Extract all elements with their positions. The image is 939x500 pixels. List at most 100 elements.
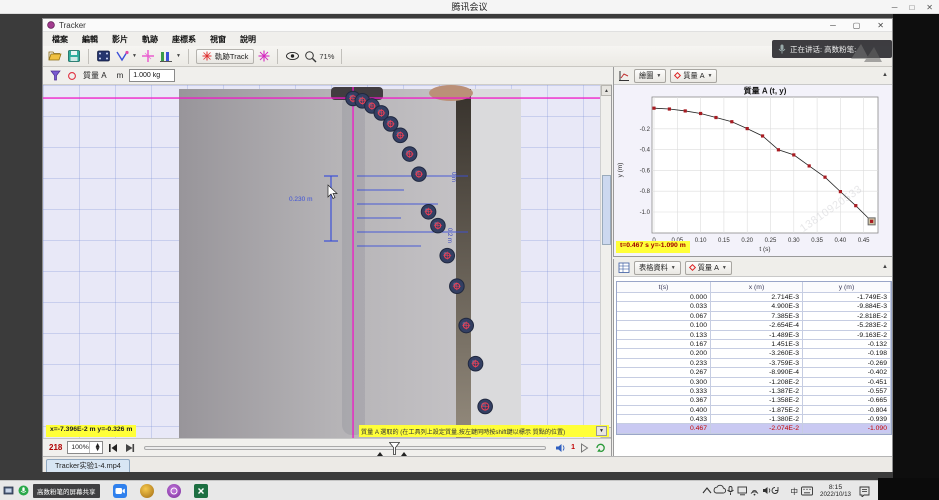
table-cell[interactable]: 0.367 (617, 396, 711, 405)
table-cell[interactable]: -0.198 (803, 349, 891, 358)
table-cell[interactable]: 0.333 (617, 387, 711, 396)
zoom-level-value[interactable]: 71% (319, 52, 334, 61)
taskbar-meeting-app-icon[interactable] (113, 484, 127, 498)
chevron-down-icon[interactable]: ▼ (132, 53, 137, 59)
table-column-header[interactable]: y (m) (803, 282, 891, 293)
notification-center-icon[interactable] (858, 485, 871, 497)
track-name-label[interactable]: 質量 A (83, 70, 107, 81)
taskbar-browser-icon[interactable] (140, 484, 154, 498)
table-cell[interactable]: -0.402 (803, 368, 891, 377)
table-cell[interactable]: 0.267 (617, 368, 711, 377)
taskbar-excel-icon[interactable] (194, 484, 208, 498)
clip-settings-icon[interactable] (96, 49, 111, 63)
taskbar-mic-icon[interactable] (18, 485, 29, 496)
menu-item-2[interactable]: 影片 (105, 34, 135, 45)
tray-icons[interactable] (700, 484, 788, 498)
table-cell[interactable]: 7.385E-3 (711, 312, 803, 321)
table-collapse-button[interactable]: ▲ (882, 264, 888, 270)
ruler-stick-icon[interactable]: ▼ (159, 49, 181, 63)
position-plot[interactable]: 00.050.100.150.200.250.300.350.400.45-0.… (614, 85, 893, 253)
plot-track-button[interactable]: 質量 A ▼ (670, 69, 717, 83)
table-cell[interactable]: -1.875E-2 (711, 406, 803, 415)
menu-item-1[interactable]: 編輯 (75, 34, 105, 45)
chevron-down-icon[interactable]: ▼ (176, 53, 181, 59)
table-cell[interactable]: -0.132 (803, 340, 891, 349)
video-view[interactable]: 0.230 m0 m0.2 m (43, 85, 612, 438)
table-cell[interactable]: 0.467 (617, 424, 711, 433)
table-cell[interactable]: 0.000 (617, 293, 711, 302)
scrubber-track[interactable] (144, 446, 546, 450)
table-cell[interactable]: -1.489E-3 (711, 331, 803, 340)
plot-collapse-button[interactable]: ▲ (882, 72, 888, 78)
table-cell[interactable]: 0.067 (617, 312, 711, 321)
point-marker-icon[interactable] (67, 71, 77, 81)
table-cell[interactable]: 0.233 (617, 359, 711, 368)
autotracker-star-icon[interactable] (258, 50, 270, 62)
meeting-maximize-button[interactable]: □ (909, 3, 914, 12)
clock[interactable]: 8:15 2022/10/13 (820, 484, 851, 498)
video-scrollbar[interactable]: ▲ ▼ (600, 85, 612, 438)
table-cell[interactable]: -1.749E-3 (803, 293, 891, 302)
hint-dropdown-button[interactable]: ▼ (596, 426, 607, 436)
plots-button[interactable]: 繪圖 ▼ (634, 69, 666, 83)
table-cell[interactable]: 0.300 (617, 378, 711, 387)
menu-item-6[interactable]: 說明 (233, 34, 263, 45)
table-cell[interactable]: -1.387E-2 (711, 387, 803, 396)
menu-item-3[interactable]: 軌跡 (135, 34, 165, 45)
table-cell[interactable]: -1.090 (803, 424, 891, 433)
create-track-button[interactable]: 軌跡Track (196, 49, 254, 64)
table-cell[interactable]: -9.163E-2 (803, 331, 891, 340)
table-column-header[interactable]: t(s) (617, 282, 711, 293)
open-file-icon[interactable] (48, 49, 63, 63)
scrubber-thumb[interactable] (389, 442, 400, 455)
playback-rate-value[interactable]: 1 (571, 444, 575, 451)
out-point-marker[interactable] (401, 452, 407, 456)
table-cell[interactable]: -0.557 (803, 387, 891, 396)
in-point-marker[interactable] (377, 452, 383, 456)
table-cell[interactable]: 0.433 (617, 415, 711, 424)
visibility-eye-icon[interactable] (285, 50, 300, 62)
calibration-length-label[interactable]: 0.230 m (289, 196, 313, 203)
save-icon[interactable] (67, 49, 81, 63)
step-marker[interactable] (481, 402, 489, 410)
keyboard-icon[interactable] (801, 486, 813, 496)
axes-icon[interactable] (141, 49, 155, 63)
table-cell[interactable]: -8.990E-4 (711, 368, 803, 377)
data-table[interactable]: t(s)x (m)y (m) 0.0002.714E-3-1.749E-3 0.03… (616, 281, 892, 435)
table-cell[interactable]: 2.714E-3 (711, 293, 803, 302)
loop-button[interactable] (595, 442, 606, 453)
table-cell[interactable]: 0.033 (617, 302, 711, 311)
table-track-button[interactable]: 質量 A ▼ (685, 261, 732, 275)
mass-value-input[interactable] (129, 69, 175, 82)
table-cell[interactable]: 0.100 (617, 321, 711, 330)
window-close-button[interactable]: ✕ (877, 21, 884, 30)
table-cell[interactable]: -2.654E-4 (711, 321, 803, 330)
ime-indicator[interactable]: 中 (791, 486, 799, 497)
video-scrubber[interactable] (144, 441, 546, 455)
table-cell[interactable]: -0.451 (803, 378, 891, 387)
window-minimize-button[interactable]: ─ (830, 21, 836, 30)
table-cell[interactable]: -0.804 (803, 406, 891, 415)
meeting-minimize-button[interactable]: ─ (892, 3, 898, 12)
play-rate-spinner[interactable]: 100% ▲▼ (67, 441, 103, 454)
table-cell[interactable]: -3.759E-3 (711, 359, 803, 368)
table-cell[interactable]: 0.400 (617, 406, 711, 415)
meeting-close-button[interactable]: ✕ (926, 3, 933, 12)
menu-item-0[interactable]: 檔案 (45, 34, 75, 45)
taskbar-window-icon[interactable] (3, 485, 14, 496)
table-cell[interactable]: 0.200 (617, 349, 711, 358)
table-cell[interactable]: -0.665 (803, 396, 891, 405)
zoom-magnifier-icon[interactable]: 71% (304, 50, 334, 63)
table-cell[interactable]: 0.167 (617, 340, 711, 349)
table-data-button[interactable]: 表格資料 ▼ (634, 261, 681, 275)
table-cell[interactable]: 1.451E-3 (711, 340, 803, 349)
table-cell[interactable]: -5.283E-2 (803, 321, 891, 330)
table-cell[interactable]: 0.133 (617, 331, 711, 340)
filter-funnel-icon[interactable] (50, 70, 61, 81)
table-cell[interactable]: -0.939 (803, 415, 891, 424)
table-cell[interactable]: -1.358E-2 (711, 396, 803, 405)
table-cell[interactable]: -2.074E-2 (711, 424, 803, 433)
step-forward-button[interactable] (580, 443, 590, 453)
table-column-header[interactable]: x (m) (711, 282, 803, 293)
calibration-tools-icon[interactable]: ▼ (115, 49, 137, 63)
